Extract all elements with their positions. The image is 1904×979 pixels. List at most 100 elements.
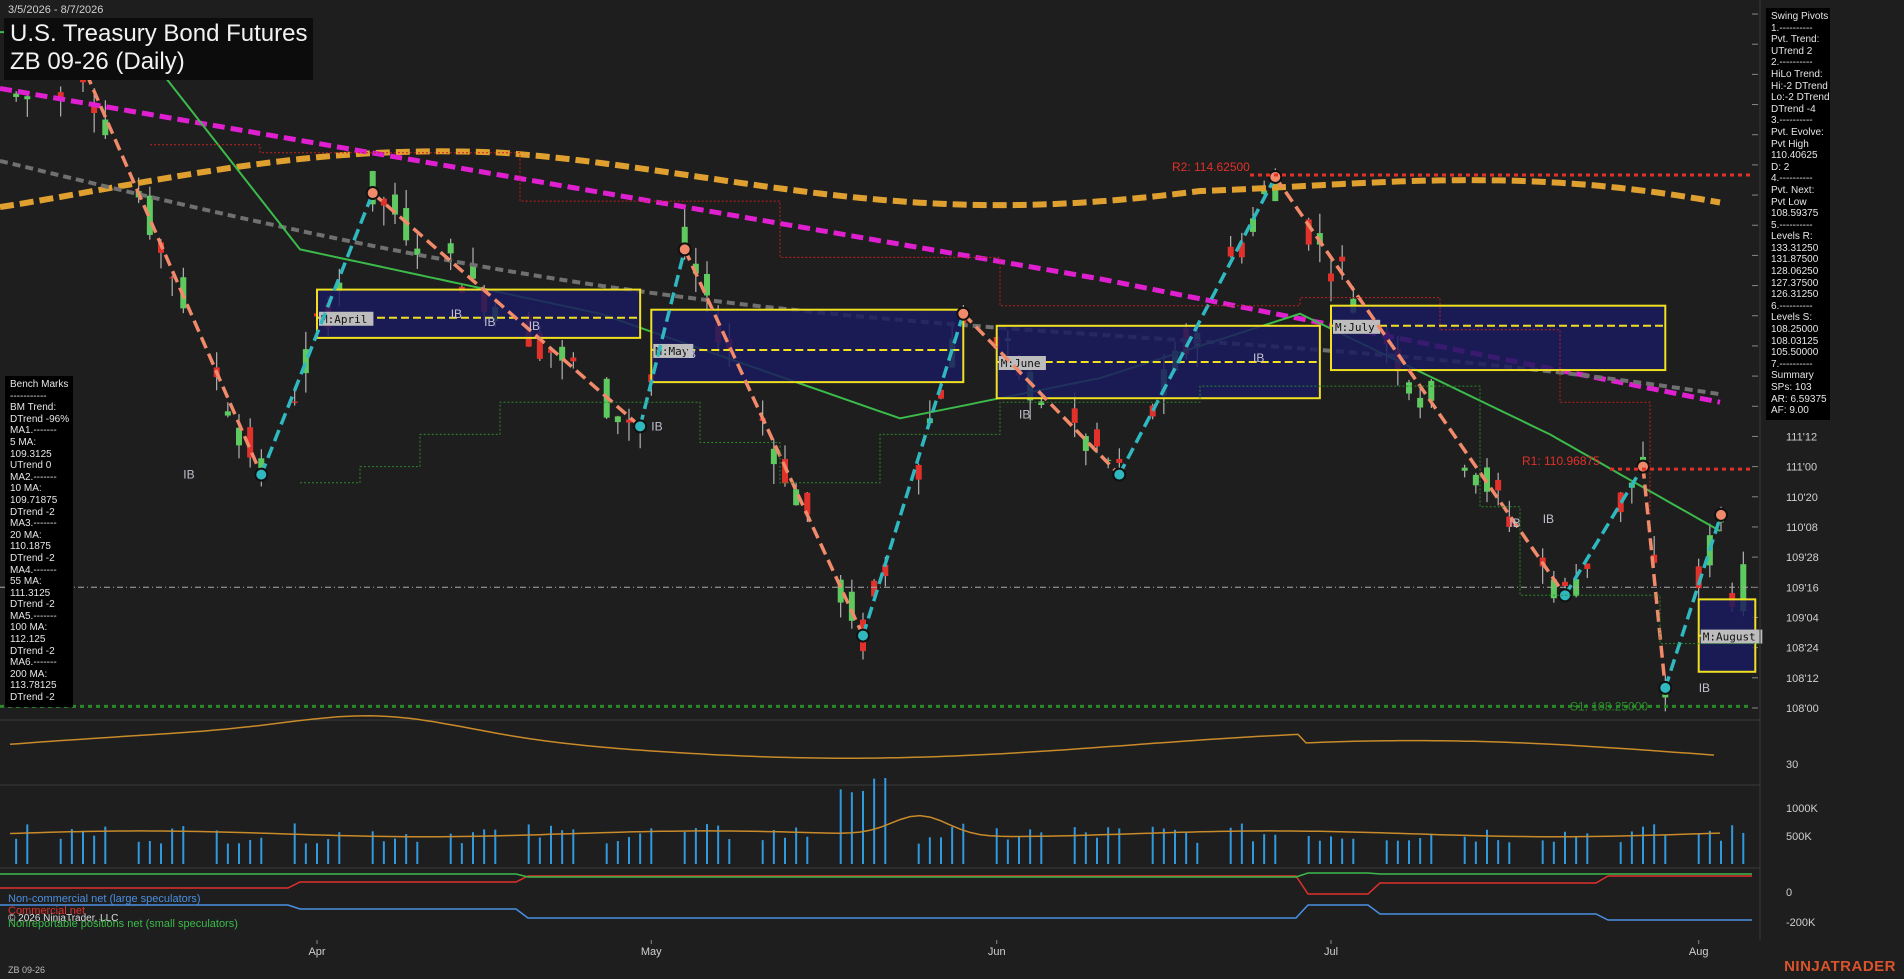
panel-line: MA5.-------	[10, 610, 57, 622]
pivot-point	[1636, 459, 1650, 474]
candle-body	[224, 411, 231, 416]
candle-body	[1428, 380, 1435, 401]
pivot-point	[365, 186, 380, 201]
nonreportable-legend: Nonreportable positions net (small specu…	[8, 918, 238, 930]
panel-line: Hi:-2 DTrend	[1771, 80, 1828, 92]
month-tick-label: Jul	[1324, 946, 1338, 958]
panel-line: 112.125	[10, 634, 46, 646]
monthly-box-label: M:July	[1335, 321, 1375, 334]
panel-line: BM Trend:	[10, 402, 57, 414]
panel-line: MA2.-------	[10, 471, 57, 483]
panel-line: Pvt. Next:	[1771, 184, 1815, 196]
candle-body	[447, 243, 454, 254]
ib-label: IB	[685, 347, 696, 361]
candle-body	[102, 119, 109, 136]
price-chart[interactable]: 116'20116'08115'28115'16115'04114'24114'…	[0, 0, 1904, 979]
price-tick-label: 109'16	[1786, 582, 1819, 594]
pivot-point	[1112, 467, 1127, 482]
panel-line: 128.06250	[1771, 266, 1819, 278]
panel-line: 1.----------	[1771, 22, 1813, 34]
candle-body	[1339, 256, 1346, 262]
level-label: S1: 108.25000	[1570, 699, 1648, 713]
panel-line: DTrend -2	[10, 506, 55, 518]
price-tick-label: 110'20	[1786, 492, 1818, 504]
candle-body	[570, 357, 577, 362]
noncommercial-legend: Non-commercial net (large speculators)	[8, 893, 201, 905]
price-tick-label: 111'00	[1786, 462, 1817, 474]
candle-body	[1495, 479, 1502, 491]
ib-label: IB	[183, 468, 194, 482]
panel-line: 110.40625	[1771, 150, 1818, 162]
panel-line: 10 MA:	[10, 483, 42, 495]
panel-line: 111.3125	[10, 587, 51, 599]
panel-line: Summary	[1771, 370, 1814, 382]
candle-body	[1227, 246, 1234, 257]
cot-tick-label: -200K	[1786, 917, 1816, 929]
pivot-point	[254, 467, 269, 482]
panel-line: Swing Pivots	[1771, 11, 1829, 22]
panel-line: DTrend -2	[10, 692, 55, 704]
pivot-point	[633, 419, 648, 434]
level-label: R1: 110.96875	[1522, 454, 1600, 468]
panel-line: 126.31250	[1771, 289, 1819, 301]
candle-body	[1417, 397, 1424, 408]
panel-line: 2.----------	[1771, 57, 1813, 69]
pivot-point	[677, 242, 692, 257]
panel-line: MA4.-------	[10, 564, 57, 576]
monthly-box-label: M:April	[321, 313, 367, 326]
monthly-box	[1330, 304, 1667, 372]
price-tick-label: 110'08	[1786, 522, 1818, 534]
pivot-point	[856, 628, 870, 643]
panel-line: UTrend 2	[1771, 45, 1813, 57]
pivot-point	[1658, 680, 1673, 695]
panel-line: MA6.-------	[10, 657, 57, 669]
candle-body	[91, 106, 98, 114]
price-tick-label: 109'04	[1786, 612, 1819, 624]
panel-line: HiLo Trend:	[1771, 68, 1823, 80]
panel-line: 3.----------	[1771, 115, 1813, 127]
monthly-box	[650, 308, 965, 384]
panel-line: Bench Marks	[10, 379, 69, 390]
panel-line: 131.87500	[1771, 254, 1819, 266]
panel-line: D: 2	[1771, 161, 1790, 173]
panel-line: 5 MA:	[10, 436, 37, 448]
pivot-point	[1268, 169, 1283, 184]
panel-line: Lo:-2 DTrend	[1771, 92, 1830, 104]
candle-body	[1461, 467, 1468, 471]
month-tick-label: May	[641, 946, 662, 958]
ib-label: IB	[529, 319, 540, 333]
panel-line: 105.50000	[1771, 347, 1819, 359]
panel-line: Pvt. Evolve:	[1771, 126, 1824, 138]
price-tick-label: 111'12	[1786, 431, 1817, 443]
price-tick-label: 108'12	[1786, 673, 1819, 685]
pivot-point	[1558, 588, 1572, 603]
panel-line: 100 MA:	[10, 622, 48, 634]
panel-line: 4.----------	[1771, 173, 1813, 185]
panel-line: Pvt High	[1771, 138, 1809, 150]
panel-line: Levels S:	[1771, 312, 1813, 324]
panel-line: MA1.-------	[10, 425, 57, 437]
panel-line: 109.3125	[10, 448, 52, 460]
price-tick-label: 108'24	[1786, 643, 1819, 655]
price-tick-label: 109'28	[1786, 552, 1819, 564]
ib-label: IB	[1019, 407, 1030, 421]
monthly-box-label: M:August	[1703, 631, 1756, 644]
panel-line: DTrend -2	[10, 599, 55, 611]
chart-subtitle: ZB 09-26 (Daily)	[10, 48, 185, 75]
panel-line: 108.03125	[1771, 335, 1819, 347]
panel-line: 109.71875	[10, 494, 58, 506]
ib-label: IB	[1253, 351, 1264, 365]
bench-marks-panel: Bench Marks ----------- BM Trend: DTrend -9…	[5, 376, 73, 707]
candle-body	[291, 401, 298, 403]
panel-line: DTrend -2	[10, 552, 55, 564]
panel-line: 5.----------	[1771, 219, 1813, 231]
pivot-point	[1714, 507, 1728, 522]
chart-title: U.S. Treasury Bond Futures	[10, 20, 308, 47]
panel-line: 200 MA:	[10, 668, 48, 680]
panel-line: AF: 9.00	[1771, 405, 1809, 417]
panel-line: MA3.-------	[10, 518, 57, 530]
candle-body	[1472, 474, 1479, 486]
panel-line: 127.37500	[1771, 277, 1819, 289]
panel-line: 133.31250	[1771, 242, 1819, 254]
panel-line: Levels R:	[1771, 231, 1813, 243]
